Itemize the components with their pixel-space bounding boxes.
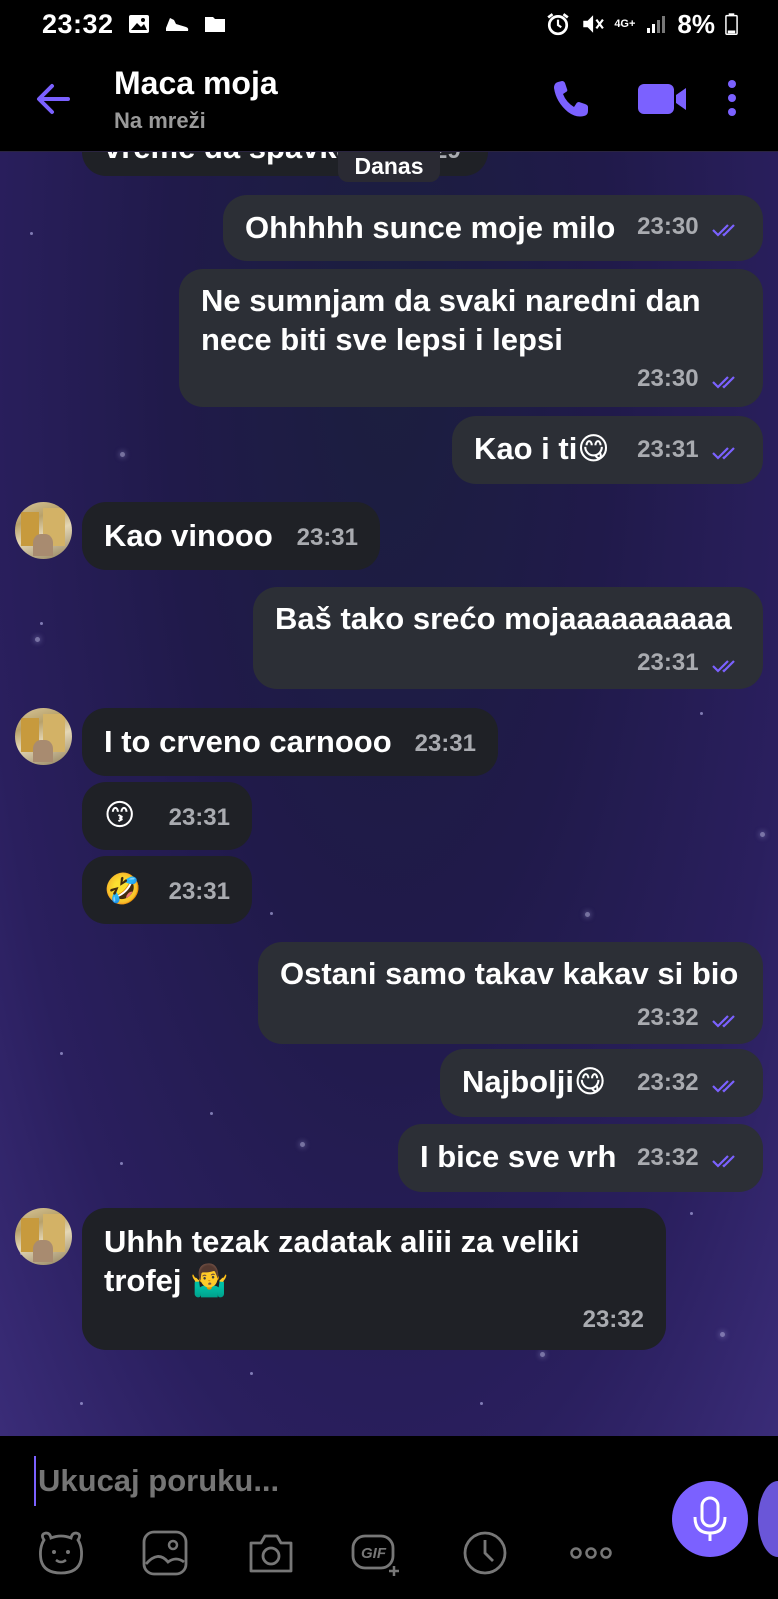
microphone-button[interactable]: [672, 1481, 748, 1557]
more-horizontal-icon[interactable]: [566, 1528, 616, 1578]
message-time: 23:31: [637, 436, 699, 463]
back-arrow-icon[interactable]: [30, 76, 76, 122]
composer: GIF: [0, 1436, 778, 1599]
message-time: 23:30: [637, 365, 699, 392]
message-time: 23:32: [637, 1004, 699, 1031]
message-time: 23:31: [637, 649, 699, 676]
contact-avatar[interactable]: [15, 708, 72, 765]
status-time: 23:32: [42, 8, 114, 39]
read-ticks-icon: [712, 1154, 735, 1168]
message-text: Baš tako srećo mojaaaaaaaaaa: [275, 601, 732, 636]
clock-icon[interactable]: [460, 1528, 510, 1578]
outgoing-message[interactable]: Ne sumnjam da svaki naredni dan nece bit…: [179, 269, 763, 407]
incoming-message[interactable]: 😙 23:31: [82, 782, 252, 850]
message-time: 23:32: [582, 1306, 644, 1333]
contact-name[interactable]: Maca moja: [114, 65, 278, 102]
incoming-message[interactable]: 🤣 23:31: [82, 856, 252, 924]
message-time: 23:30: [637, 213, 699, 240]
read-ticks-icon: [712, 1079, 735, 1093]
message-time: 23:32: [637, 1144, 699, 1171]
gallery-icon[interactable]: [140, 1528, 190, 1578]
microphone-icon: [693, 1496, 727, 1541]
sticker-bear-icon[interactable]: [36, 1528, 86, 1578]
message-time: 23:31: [414, 730, 476, 757]
message-text: Ohhhhh sunce moje milo: [245, 210, 616, 245]
incoming-message[interactable]: Kao vinooo 23:31: [82, 502, 380, 570]
message-text: Kao i ti😋: [474, 431, 610, 466]
message-emoji: 🤣: [104, 873, 142, 906]
date-separator: Danas: [338, 152, 440, 182]
outgoing-message[interactable]: Najbolji😋 23:32: [440, 1049, 763, 1117]
message-text-line-2: nece biti sve lepsi i lepsi: [201, 322, 563, 357]
message-text: I to crveno carnooo: [104, 724, 392, 759]
message-text: Najbolji😋: [462, 1064, 607, 1099]
message-time: 23:31: [168, 878, 230, 905]
shoe-notification-icon: [165, 18, 188, 31]
status-bar: 23:32 4G+ 8%: [0, 0, 778, 48]
message-text: I bice sve vrh: [420, 1139, 617, 1174]
message-text-line-1: Ne sumnjam da svaki naredni dan: [201, 283, 701, 318]
read-ticks-icon: [712, 1014, 735, 1028]
message-input[interactable]: [34, 1456, 594, 1506]
outgoing-message[interactable]: Ostani samo takav kakav si bio 23:32: [258, 942, 763, 1044]
outgoing-message[interactable]: I bice sve vrh 23:32: [398, 1124, 763, 1192]
battery-icon: [725, 13, 738, 35]
message-text-line-2: trofej 🤷‍♂️: [104, 1263, 229, 1298]
read-ticks-icon: [712, 223, 735, 237]
status-right: 4G+ 8%: [546, 9, 738, 40]
message-emoji: 😙: [104, 799, 136, 832]
message-text-line-1: Uhhh tezak zadatak aliii za veliki: [104, 1224, 580, 1259]
message-text: Ostani samo takav kakav si bio: [280, 956, 739, 991]
side-action-button[interactable]: [758, 1481, 778, 1557]
network-type: 4G+: [614, 17, 636, 30]
signal-icon: [647, 16, 666, 33]
gif-icon[interactable]: GIF: [350, 1528, 404, 1578]
video-camera-icon[interactable]: [636, 76, 690, 122]
message-text: Kao vinooo: [104, 518, 273, 553]
folder-notification-icon: [204, 17, 225, 32]
message-time: 23:32: [637, 1069, 699, 1096]
read-ticks-icon: [712, 446, 735, 460]
message-text: vreme da spavkao: [104, 152, 373, 165]
phone-icon[interactable]: [548, 76, 594, 122]
more-vertical-icon[interactable]: [722, 74, 742, 122]
chat-header: Maca moja Na mreži: [0, 48, 778, 152]
message-time: 23:31: [296, 524, 358, 551]
chat-area[interactable]: vreme da spavkao 23:29 Danas Ohhhhh sunc…: [0, 152, 778, 1436]
contact-status: Na mreži: [114, 108, 206, 133]
incoming-message[interactable]: Uhhh tezak zadatak aliii za veliki trofe…: [82, 1208, 666, 1350]
mute-icon: [583, 15, 605, 33]
image-notification-icon: [128, 15, 149, 33]
incoming-message[interactable]: I to crveno carnooo 23:31: [82, 708, 498, 776]
camera-icon[interactable]: [246, 1528, 296, 1578]
contact-avatar[interactable]: [15, 502, 72, 559]
message-time: 23:31: [168, 804, 230, 831]
alarm-icon: [547, 13, 569, 36]
notification-icons: [128, 14, 226, 34]
battery-percent: 8%: [677, 8, 715, 39]
outgoing-message[interactable]: Kao i ti😋 23:31: [452, 416, 763, 484]
outgoing-message[interactable]: Baš tako srećo mojaaaaaaaaaa 23:31: [253, 587, 763, 689]
svg-text:GIF: GIF: [361, 1545, 387, 1562]
outgoing-message[interactable]: Ohhhhh sunce moje milo 23:30: [223, 195, 763, 261]
read-ticks-icon: [712, 659, 735, 673]
contact-avatar[interactable]: [15, 1208, 72, 1265]
read-ticks-icon: [712, 375, 735, 389]
